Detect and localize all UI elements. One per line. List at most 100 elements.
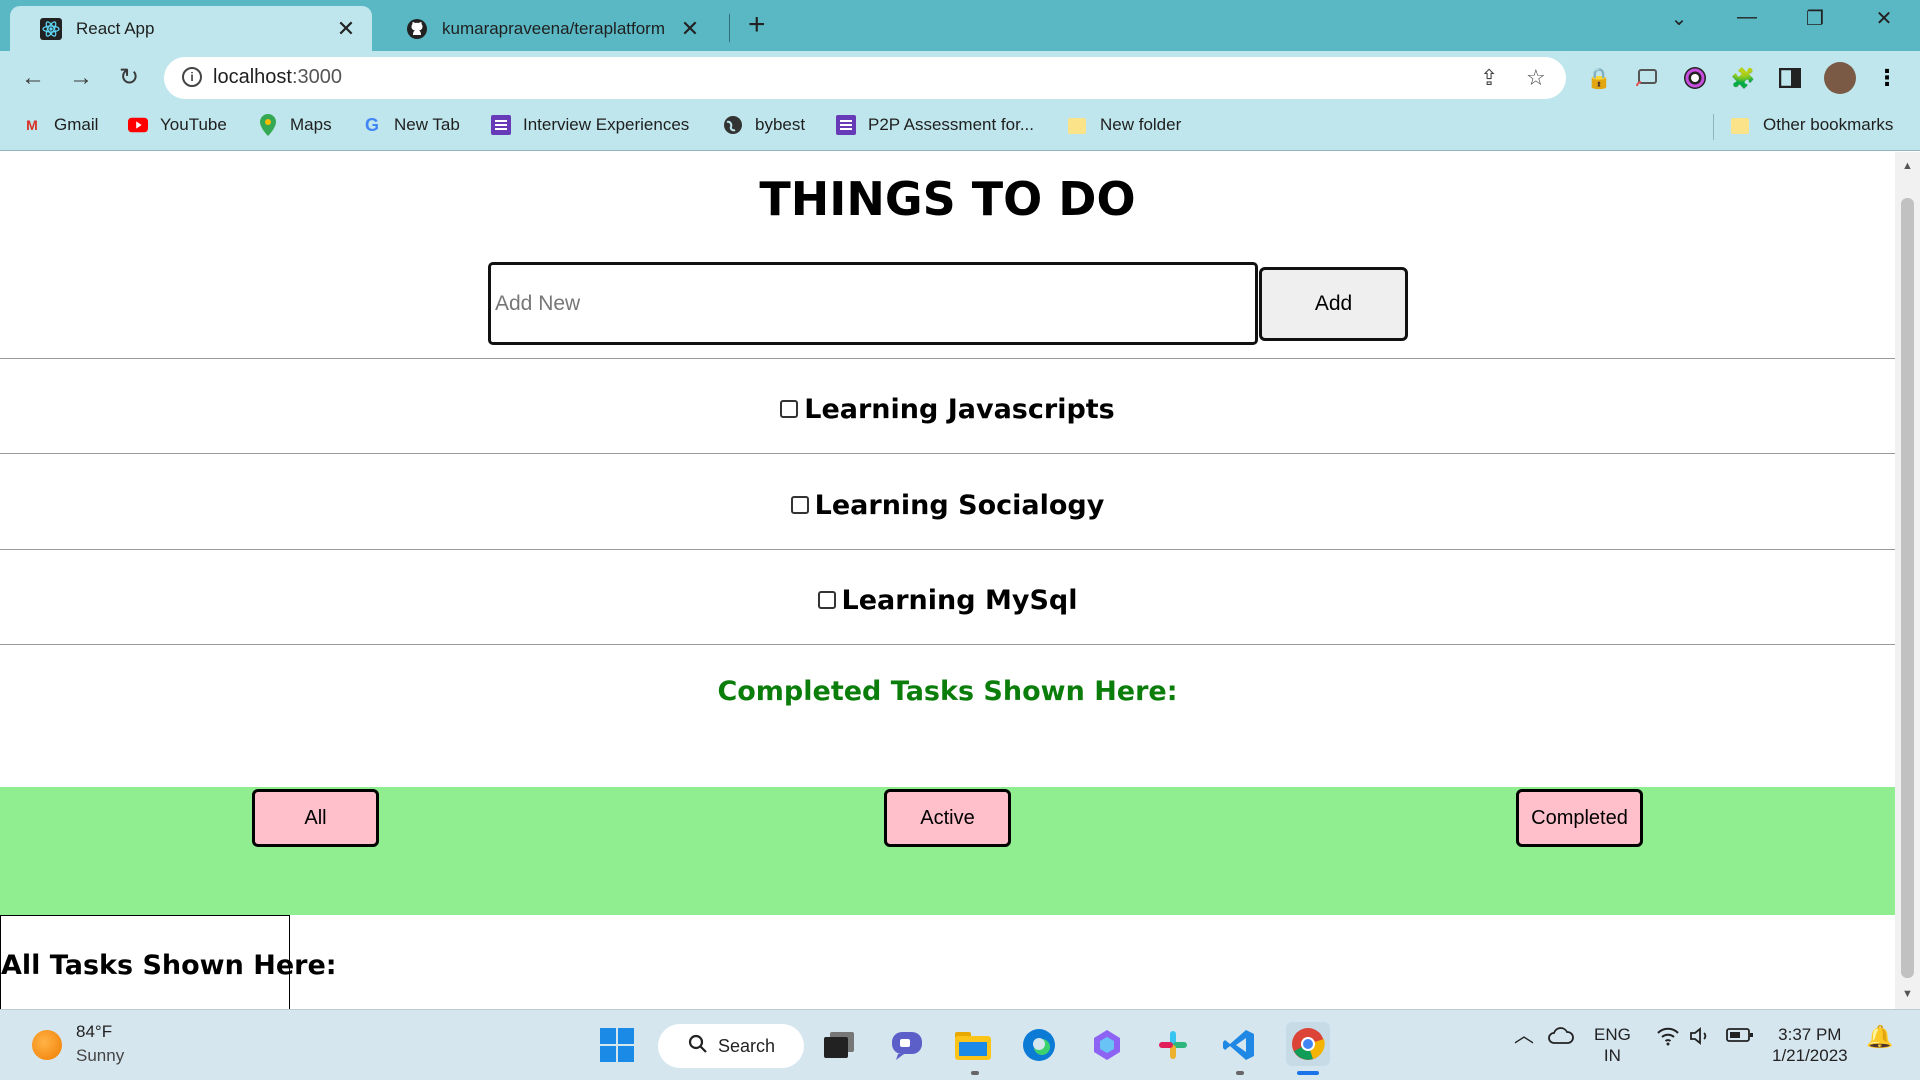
close-window-icon[interactable]: ✕ [1864,6,1904,31]
vscode-icon[interactable] [1220,1026,1258,1064]
divider [0,549,1895,550]
extension-lock-icon[interactable]: 🔒 [1586,65,1612,91]
sun-icon[interactable] [32,1030,62,1060]
bookmark-star-icon[interactable]: ☆ [1526,65,1546,91]
teams-chat-icon[interactable] [888,1026,926,1064]
clock-date: 1/21/2023 [1772,1046,1848,1065]
bookmarks-separator [1713,114,1714,140]
onedrive-cloud-icon[interactable] [1548,1026,1574,1049]
notifications-bell-icon[interactable]: 🔔 [1866,1026,1893,1048]
extensions-puzzle-icon[interactable]: 🧩 [1730,65,1756,91]
filter-all-button[interactable]: All [252,789,379,847]
todo-item: Learning Socialogy [0,480,1895,530]
bookmark-label: YouTube [160,115,227,134]
clock-time: 3:37 PM [1778,1025,1842,1044]
language-indicator[interactable]: ENG IN [1594,1024,1631,1066]
bookmark-new-tab[interactable]: G New Tab [362,115,460,135]
page-title: THINGS TO DO [759,172,1136,226]
todo-checkbox[interactable] [817,591,836,609]
react-icon [40,17,62,40]
side-panel-icon[interactable] [1777,65,1803,91]
bookmark-new-folder[interactable]: New folder [1068,115,1181,135]
google-icon: G [364,114,379,135]
site-info-icon[interactable]: i [182,67,202,87]
filter-completed-button[interactable]: Completed [1516,789,1643,847]
wifi-icon[interactable] [1656,1026,1680,1051]
filter-active-button[interactable]: Active [884,789,1011,847]
windows-taskbar: 84°F Sunny Search ︿ ENG IN 3:37 PM 1/21/… [0,1009,1920,1080]
browser-toolbar: ← → ↻ i localhost:3000 ⇪ ☆ 🔒 🧩 ⋮ [0,51,1920,105]
bookmark-interview-experiences[interactable]: Interview Experiences [491,115,689,135]
url-text[interactable]: localhost:3000 [213,66,342,89]
cast-icon[interactable] [1634,65,1660,91]
bookmark-p2p-assessment[interactable]: P2P Assessment for... [836,115,1034,135]
back-arrow-icon[interactable]: ← [18,63,48,93]
bookmark-label: New Tab [394,115,460,134]
profile-avatar[interactable] [1824,62,1856,94]
weather-condition[interactable]: Sunny [76,1046,124,1066]
todo-item: Learning Javascripts [0,384,1895,434]
file-explorer-icon[interactable] [954,1026,992,1064]
color-extension-icon[interactable] [1682,65,1708,91]
bookmark-label: Gmail [54,115,99,134]
completed-tasks-heading: Completed Tasks Shown Here: [717,676,1178,707]
browser-tab-strip: React App ✕ kumarapraveena/teraplatform … [0,0,1920,51]
tab-react-app[interactable]: React App ✕ [10,6,372,51]
bookmark-label: Other bookmarks [1763,115,1894,134]
forward-arrow-icon[interactable]: → [66,63,96,93]
restore-icon[interactable]: ❐ [1795,6,1835,31]
new-tab-icon[interactable]: + [748,10,766,40]
github-icon [406,18,428,40]
bookmarks-bar: M Gmail YouTube Maps G New Tab Interview… [0,105,1920,151]
scroll-up-icon[interactable]: ▲ [1902,160,1913,172]
clock[interactable]: 3:37 PM 1/21/2023 [1772,1024,1848,1066]
edge-browser-icon[interactable] [1020,1026,1058,1064]
bookmark-gmail[interactable]: M Gmail [22,115,98,135]
running-indicator [971,1071,979,1075]
scroll-down-icon[interactable]: ▼ [1902,988,1913,1000]
bookmark-youtube[interactable]: YouTube [128,115,227,135]
bookmark-bybest[interactable]: bybest [723,115,805,135]
gmail-icon: M [26,117,38,133]
scrollbar-thumb[interactable] [1901,198,1914,978]
language-code: ENG [1594,1025,1631,1044]
tab-separator [729,14,730,42]
page-viewport: THINGS TO DO Add Learning Javascripts Le… [0,152,1895,1009]
page-scrollbar[interactable]: ▲ ▼ [1895,152,1920,1009]
close-tab-icon[interactable]: ✕ [678,16,702,42]
copilot-icon[interactable] [1088,1026,1126,1064]
windows-start-icon[interactable] [598,1026,636,1064]
slack-icon[interactable] [1154,1026,1192,1064]
globe-icon [723,115,743,135]
bookmark-label: New folder [1100,115,1182,134]
share-icon[interactable]: ⇪ [1480,65,1498,91]
tab-search-chevron-icon[interactable]: ⌄ [1659,6,1699,31]
add-button[interactable]: Add [1259,267,1408,341]
taskbar-search[interactable]: Search [658,1024,804,1068]
forms-icon [491,115,511,135]
forms-icon [836,115,856,135]
bookmark-maps[interactable]: Maps [258,114,332,136]
all-tasks-heading: All Tasks Shown Here: [0,915,337,1009]
show-hidden-icons-chevron[interactable]: ︿ [1514,1026,1534,1047]
add-new-input[interactable] [488,262,1258,345]
volume-icon[interactable] [1689,1026,1713,1051]
bookmark-label: Maps [290,115,332,134]
running-indicator [1236,1071,1244,1075]
reload-icon[interactable]: ↻ [114,63,144,93]
task-view-icon[interactable] [820,1026,858,1064]
todo-checkbox[interactable] [790,496,809,514]
chrome-icon[interactable] [1286,1022,1330,1066]
bookmark-label: bybest [755,115,806,134]
todo-checkbox[interactable] [780,400,799,418]
url-host: localhost [213,66,292,88]
address-bar[interactable]: i localhost:3000 ⇪ ☆ [164,57,1566,99]
bookmark-other-bookmarks[interactable]: Other bookmarks [1731,115,1893,135]
folder-icon [1068,115,1088,135]
minimize-icon[interactable]: — [1727,6,1767,29]
tab-github[interactable]: kumarapraveena/teraplatform ✕ [376,6,716,51]
weather-temperature[interactable]: 84°F [76,1022,112,1042]
menu-kebab-icon[interactable]: ⋮ [1874,65,1900,91]
battery-icon[interactable] [1726,1026,1754,1049]
close-tab-icon[interactable]: ✕ [334,16,358,42]
